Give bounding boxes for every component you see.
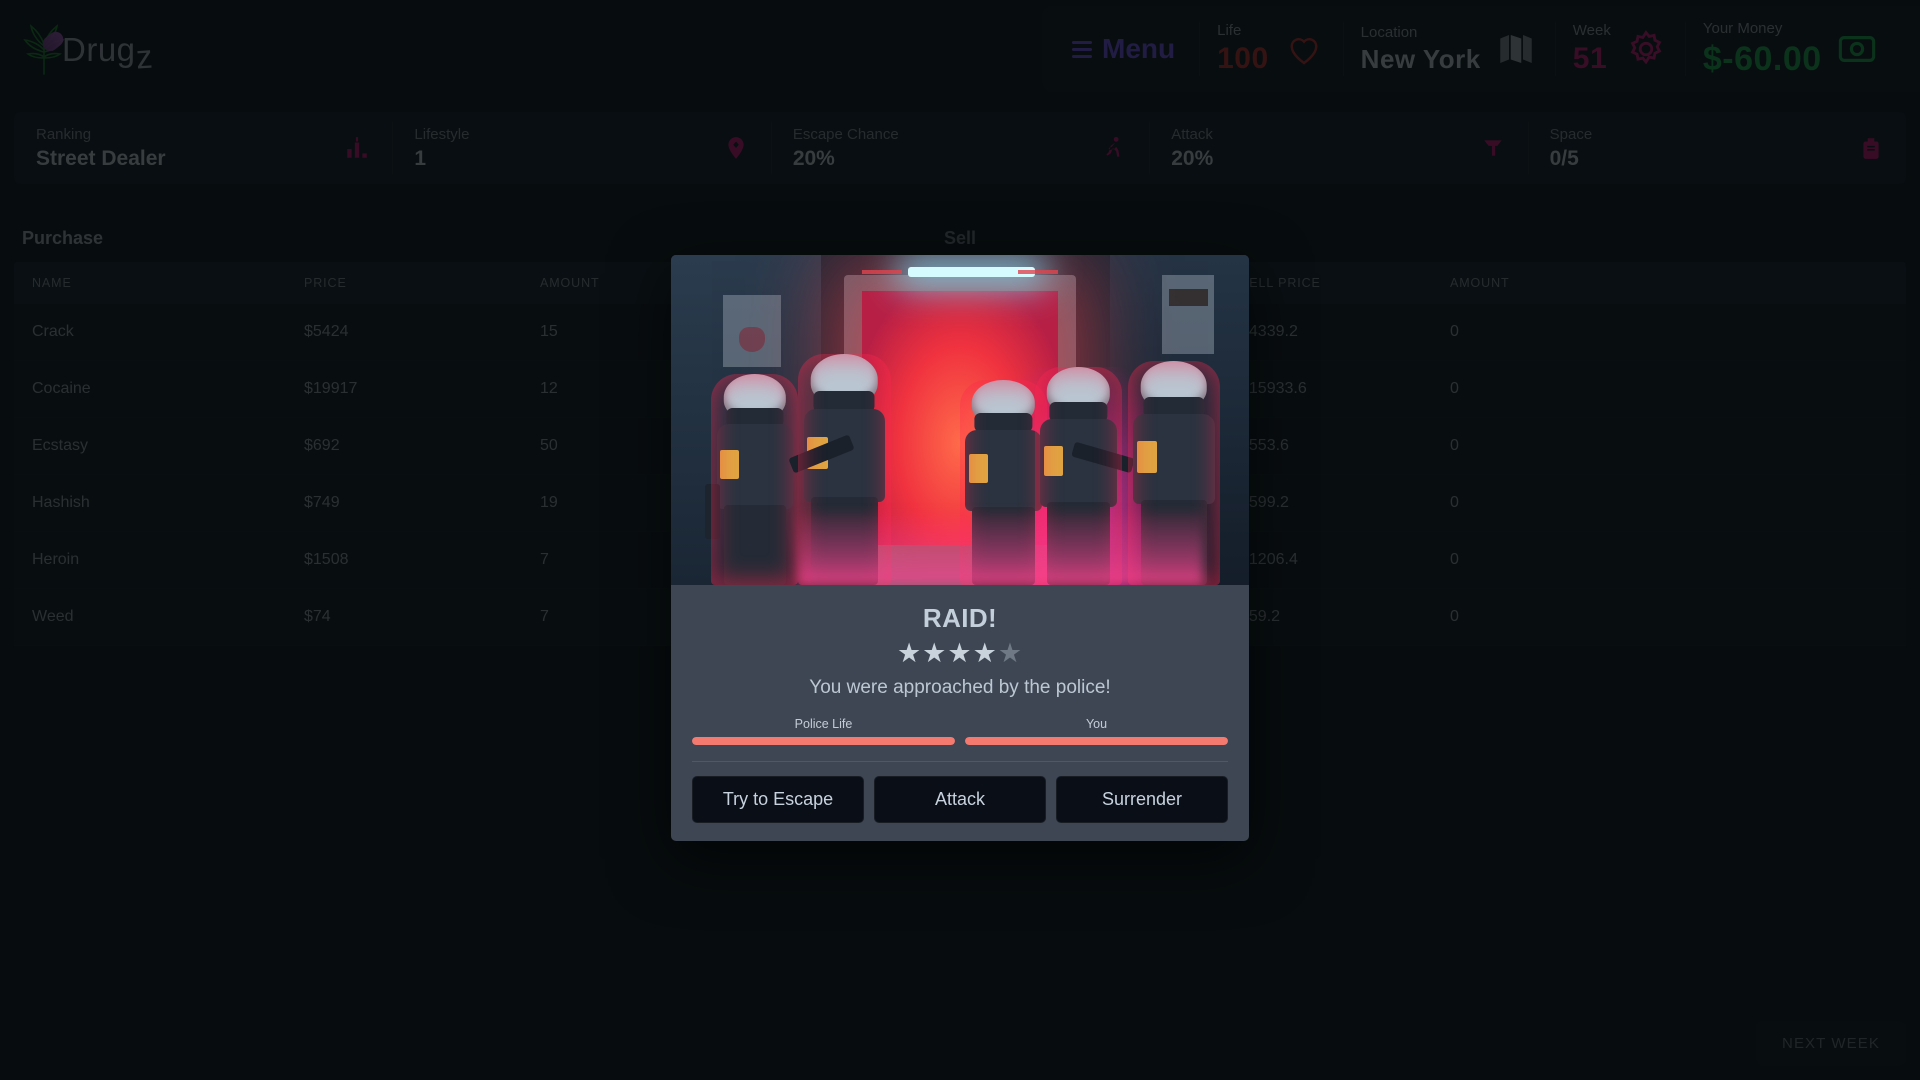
star-empty-icon: ★	[997, 638, 1024, 668]
your-life-bar: You	[965, 717, 1228, 745]
raid-modal-message: You were approached by the police!	[809, 677, 1111, 698]
your-life-label: You	[1085, 717, 1108, 731]
star-filled-icon: ★	[947, 638, 973, 668]
surrender-button[interactable]: Surrender	[1056, 776, 1228, 823]
police-life-fill	[692, 737, 955, 745]
your-life-track	[965, 737, 1228, 745]
try-to-escape-button[interactable]: Try to Escape	[692, 776, 864, 823]
police-life-track	[692, 737, 955, 745]
star-filled-icon: ★	[972, 638, 998, 668]
police-life-bar: Police Life	[692, 717, 955, 745]
raid-modal-body: RAID! ★★★★★ You were approached by the p…	[671, 585, 1249, 841]
attack-button[interactable]: Attack	[874, 776, 1046, 823]
police-raid-image	[671, 255, 1249, 585]
raid-modal-title: RAID!	[922, 603, 998, 633]
star-filled-icon: ★	[922, 638, 948, 668]
your-life-fill	[965, 737, 1228, 745]
health-bars: Police Life You	[685, 717, 1235, 745]
star-filled-icon: ★	[896, 638, 923, 668]
raid-star-rating: ★★★★★	[685, 640, 1235, 667]
raid-actions: Try to Escape Attack Surrender	[685, 762, 1235, 825]
police-life-label: Police Life	[794, 717, 853, 731]
raid-modal: RAID! ★★★★★ You were approached by the p…	[671, 255, 1249, 841]
